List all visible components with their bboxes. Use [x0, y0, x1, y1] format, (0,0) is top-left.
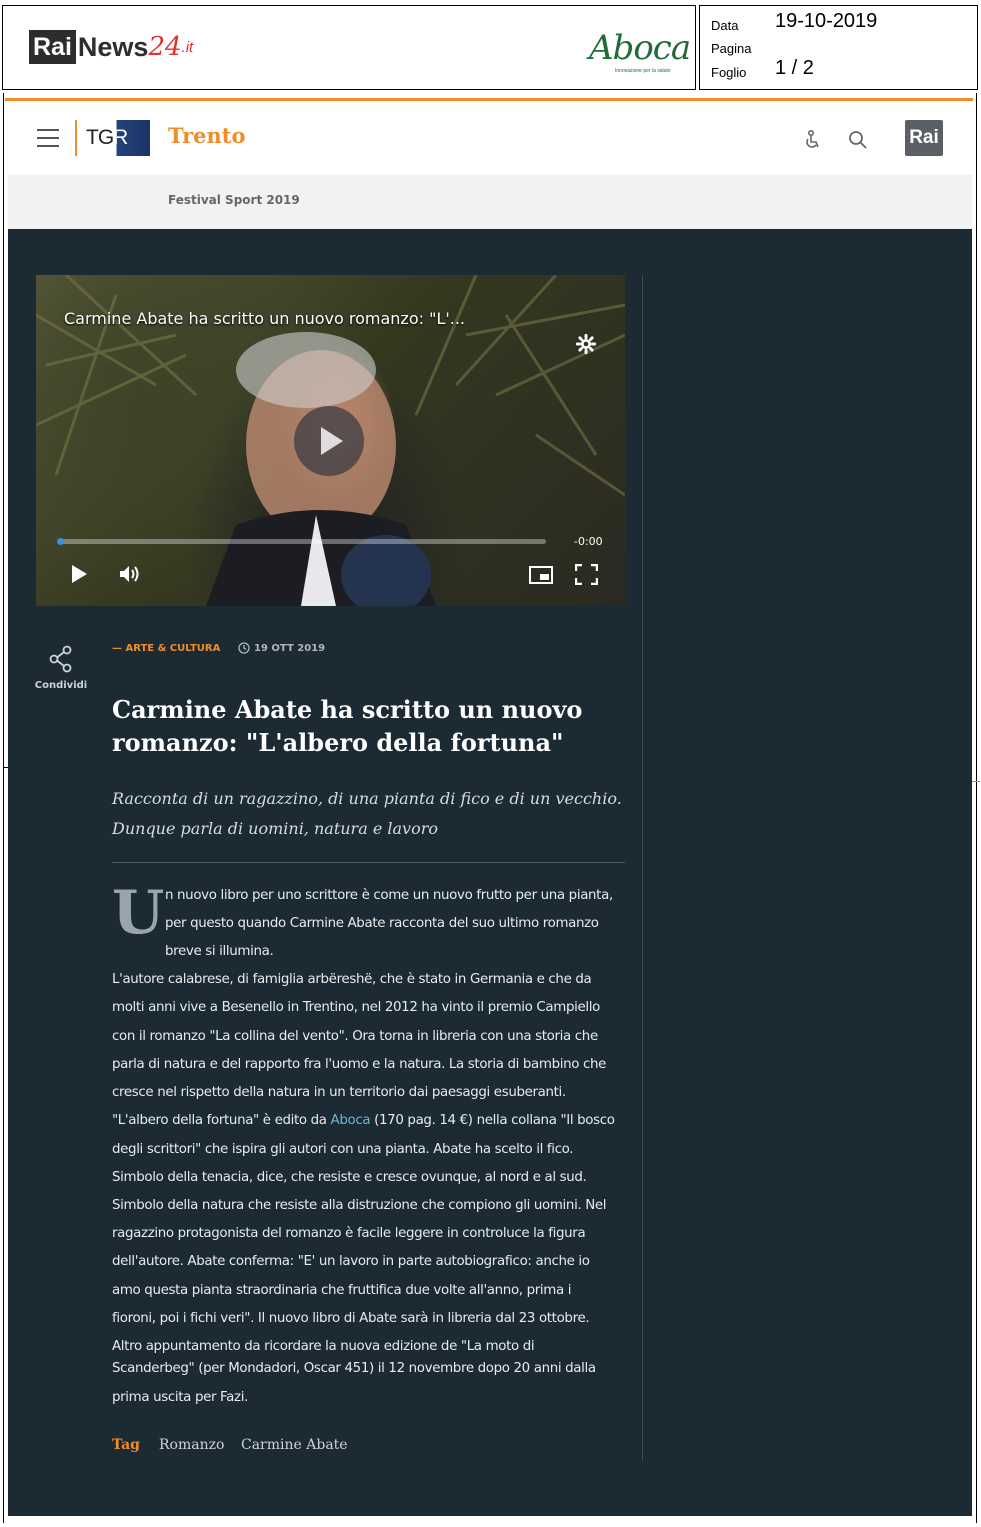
- pagina-label: Pagina: [711, 41, 752, 56]
- foglio-label: Foglio: [711, 65, 747, 80]
- big-play-button[interactable]: [294, 406, 364, 476]
- time-remaining: -0:00: [574, 535, 603, 548]
- body-line: molti anni vive a Besenello in Trentino,…: [112, 1000, 600, 1015]
- article-headline: Carmine Abate ha scritto un nuovo romanz…: [112, 695, 583, 757]
- region-title[interactable]: Trento: [168, 123, 246, 148]
- body-line: degli scrittori" che ispira gli autori c…: [112, 1142, 574, 1157]
- body-line: cresce nel rispetto della natura in un t…: [112, 1085, 566, 1100]
- scan-artifact: [3, 767, 8, 768]
- video-player[interactable]: Carmine Abate ha scritto un nuovo romanz…: [36, 275, 625, 606]
- clock-icon: [238, 642, 250, 654]
- body-line: parla di natura e del rapporto fra l'uom…: [112, 1057, 607, 1072]
- accessibility-icon[interactable]: [801, 128, 825, 152]
- body-line: ragazzino protagonista del romanzo è fac…: [112, 1226, 586, 1241]
- tgr-logo[interactable]: TGR: [80, 120, 150, 156]
- share-button[interactable]: Condividi: [34, 645, 88, 691]
- progress-handle[interactable]: [57, 538, 64, 545]
- volume-icon[interactable]: [118, 564, 142, 584]
- tag-label: Tag: [112, 1437, 140, 1453]
- clipping-meta-box: Data 19-10-2019 Pagina Foglio 1 / 2: [699, 5, 978, 90]
- fullscreen-icon[interactable]: [575, 564, 598, 585]
- subnav-item-festival-sport[interactable]: Festival Sport 2019: [168, 193, 300, 207]
- rainews-logo-24: 24: [148, 32, 182, 62]
- share-icon: [49, 645, 72, 673]
- aboca-logo: Aboca Innovazione per la salute: [575, 24, 691, 86]
- sub-navigation: Festival Sport 2019: [8, 175, 972, 229]
- article-lead: Racconta di un ragazzino, di una pianta …: [112, 789, 622, 838]
- category-link[interactable]: — ARTE & CULTURA: [112, 643, 220, 654]
- search-icon[interactable]: [846, 128, 870, 152]
- logo-divider: [75, 120, 77, 156]
- body-line: Simbolo della natura che resiste alla di…: [112, 1198, 607, 1213]
- menu-icon[interactable]: [37, 129, 59, 147]
- body-line: breve si illumina.: [165, 944, 274, 959]
- tgr-logo-text: TGR: [86, 126, 128, 149]
- settings-icon[interactable]: [575, 333, 597, 355]
- tgr-logo-letter: R: [113, 126, 128, 149]
- aboca-logo-tagline: Innovazione per la salute: [615, 68, 671, 74]
- rainews-logo-tld: .it: [181, 38, 194, 56]
- body-line: per questo quando Carmine Abate racconta…: [165, 916, 599, 931]
- body-line: n nuovo libro per uno scrittore è come u…: [165, 888, 613, 903]
- body-line: prima uscita per Fazi.: [112, 1390, 248, 1405]
- body-line: "L'albero della fortuna" è edito da Aboc…: [112, 1113, 615, 1128]
- body-line: Altro appuntamento da ricordare la nuova…: [112, 1339, 535, 1354]
- aboca-logo-word: Aboca: [589, 28, 691, 68]
- scan-artifact: [972, 781, 980, 782]
- body-line: L'autore calabrese, di famiglia arbëresh…: [112, 972, 592, 987]
- lead-separator: [112, 862, 625, 863]
- rainews-logo-rai: Rai: [29, 30, 76, 64]
- clipping-header: Rai News 24 .it Aboca Innovazione per la…: [2, 5, 696, 90]
- body-line: amo questa pianta straordinaria che frut…: [112, 1283, 572, 1298]
- foglio-value: 1 / 2: [775, 57, 814, 79]
- rainews24-logo: Rai News 24 .it: [29, 30, 193, 64]
- play-icon[interactable]: [68, 563, 90, 585]
- tag-romanzo[interactable]: Romanzo: [159, 1437, 224, 1453]
- body-text: (170 pag. 14 €) nella collana "Il bosco: [370, 1113, 615, 1128]
- site-header: TGR Trento Rai: [8, 101, 972, 175]
- video-title: Carmine Abate ha scritto un nuovo romanz…: [64, 309, 466, 328]
- article-date: 19 OTT 2019: [238, 642, 325, 654]
- aboca-link[interactable]: Aboca: [331, 1113, 371, 1128]
- share-label: Condividi: [34, 680, 88, 691]
- column-divider: [642, 275, 643, 1461]
- date-text: 19 OTT 2019: [254, 642, 326, 654]
- rai-logo-button[interactable]: Rai: [905, 120, 943, 156]
- body-line: con il romanzo "La collina del vento". O…: [112, 1029, 598, 1044]
- data-value: 19-10-2019: [775, 10, 878, 32]
- body-line: Simbolo della tenacia, dice, che resiste…: [112, 1170, 587, 1185]
- data-label: Data: [711, 18, 739, 33]
- drop-cap: U: [112, 878, 165, 948]
- tag-carmine-abate[interactable]: Carmine Abate: [241, 1437, 348, 1453]
- body-line: Scanderbeg" (per Mondadori, Oscar 451) i…: [112, 1361, 596, 1376]
- picture-in-picture-icon[interactable]: [529, 566, 553, 584]
- body-line: fioroni, poi i fichi veri". Il nuovo lib…: [112, 1311, 590, 1326]
- body-text: "L'albero della fortuna" è edito da: [112, 1113, 331, 1128]
- body-line: dell'autore. Abate conferma: "E' un lavo…: [112, 1254, 590, 1269]
- rainews-logo-news: News: [77, 31, 149, 62]
- video-progress-bar[interactable]: [57, 538, 546, 545]
